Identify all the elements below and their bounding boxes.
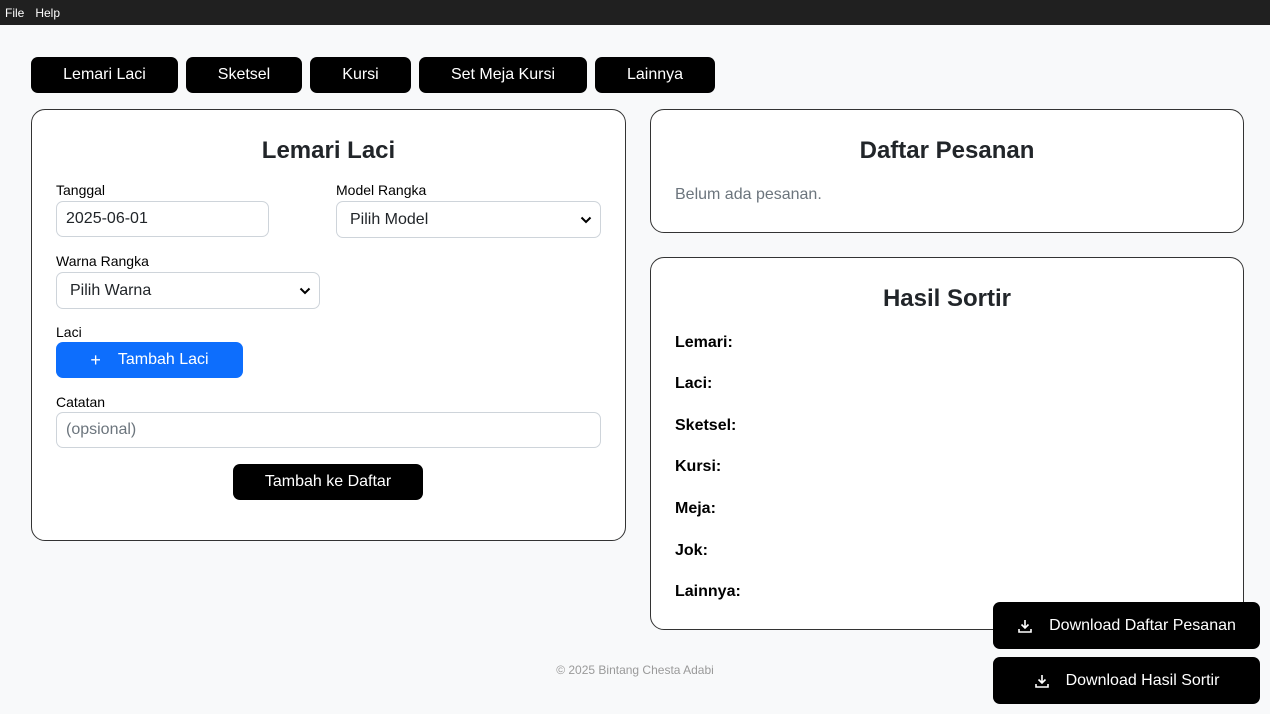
download-icon bbox=[1034, 674, 1049, 688]
tab-lainnya[interactable]: Lainnya bbox=[595, 57, 715, 93]
menu-file[interactable]: File bbox=[5, 6, 24, 20]
model-rangka-label: Model Rangka bbox=[336, 182, 427, 198]
catatan-label: Catatan bbox=[56, 394, 106, 410]
model-rangka-select[interactable]: Pilih Model bbox=[336, 201, 601, 238]
tanggal-input[interactable]: 2025-06-01 bbox=[56, 201, 269, 237]
model-rangka-value: Pilih Model bbox=[350, 210, 429, 228]
add-laci-label: Tambah Laci bbox=[117, 351, 209, 368]
catatan-input[interactable]: (opsional) bbox=[56, 412, 601, 448]
menubar: File Help bbox=[0, 0, 1270, 25]
add-to-list-button[interactable]: Tambah ke Daftar bbox=[233, 464, 423, 500]
sorted-card: Hasil Sortir Lemari: Laci: Sketsel: Kurs… bbox=[650, 257, 1244, 630]
tab-sketsel[interactable]: Sketsel bbox=[186, 57, 302, 93]
sorted-row-kursi: Kursi: bbox=[675, 458, 722, 475]
catatan-placeholder: (opsional) bbox=[66, 421, 137, 438]
laci-label: Laci bbox=[56, 324, 82, 340]
warna-rangka-select[interactable]: Pilih Warna bbox=[56, 272, 320, 309]
orders-card: Daftar Pesanan Belum ada pesanan. bbox=[650, 109, 1244, 233]
menu-help[interactable]: Help bbox=[35, 6, 60, 20]
warna-rangka-value: Pilih Warna bbox=[70, 281, 152, 299]
download-sorted-label: Download Hasil Sortir bbox=[1065, 671, 1220, 689]
download-orders-label: Download Daftar Pesanan bbox=[1049, 616, 1236, 634]
chevron-down-icon bbox=[299, 287, 311, 294]
tab-lemari-laci[interactable]: Lemari Laci bbox=[31, 57, 178, 93]
orders-title: Daftar Pesanan bbox=[859, 137, 1035, 164]
download-icon bbox=[1018, 619, 1032, 633]
warna-rangka-label: Warna Rangka bbox=[56, 253, 149, 269]
form-card: Lemari Laci Tanggal 2025-06-01 Model Ran… bbox=[31, 109, 626, 541]
chevron-down-icon bbox=[580, 216, 592, 223]
category-tabs: Lemari Laci Sketsel Kursi Set Meja Kursi… bbox=[31, 57, 723, 93]
sorted-row-lemari: Lemari: bbox=[675, 334, 733, 351]
add-laci-button[interactable]: + Tambah Laci bbox=[56, 342, 243, 378]
orders-empty-text: Belum ada pesanan. bbox=[675, 186, 822, 203]
tab-kursi[interactable]: Kursi bbox=[310, 57, 411, 93]
sorted-row-meja: Meja: bbox=[675, 500, 716, 517]
form-title: Lemari Laci bbox=[261, 137, 396, 164]
download-sorted-button[interactable]: Download Hasil Sortir bbox=[993, 657, 1260, 704]
tanggal-label: Tanggal bbox=[56, 182, 106, 198]
sorted-title: Hasil Sortir bbox=[882, 285, 1012, 312]
sorted-row-laci: Laci: bbox=[675, 375, 713, 392]
tab-set-meja-kursi[interactable]: Set Meja Kursi bbox=[419, 57, 587, 93]
plus-icon: + bbox=[90, 349, 101, 370]
sorted-row-sketsel: Sketsel: bbox=[675, 417, 737, 434]
sorted-row-lainnya: Lainnya: bbox=[675, 583, 741, 600]
sorted-row-jok: Jok: bbox=[675, 542, 708, 559]
download-orders-button[interactable]: Download Daftar Pesanan bbox=[993, 602, 1260, 649]
